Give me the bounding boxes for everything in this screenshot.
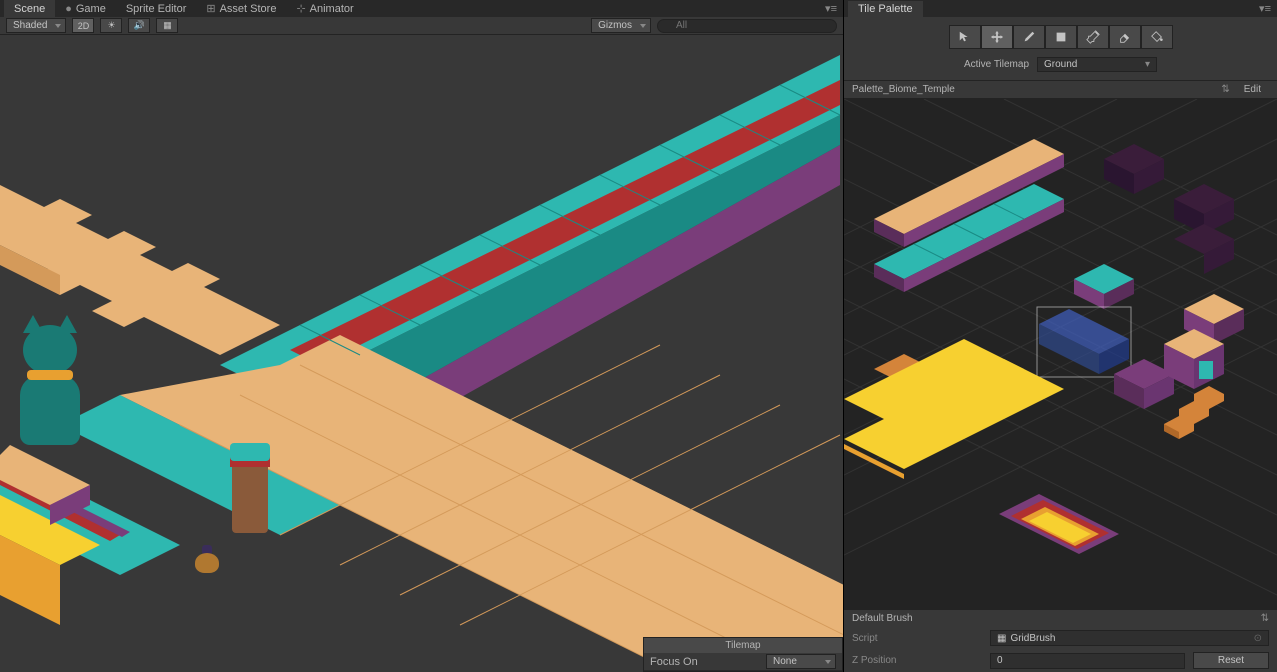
tab-asset-store[interactable]: ⊞Asset Store — [196, 0, 286, 17]
shading-dropdown[interactable]: Shaded — [6, 18, 66, 33]
active-tilemap-label: Active Tilemap — [964, 59, 1029, 70]
zposition-field[interactable]: 0 — [990, 653, 1185, 669]
tile-palette-tools — [844, 17, 1277, 53]
select-tool[interactable] — [949, 25, 981, 49]
scene-view[interactable]: Tilemap Focus On None — [0, 35, 843, 672]
gizmos-dropdown[interactable]: Gizmos — [591, 18, 651, 33]
tab-game[interactable]: ●Game — [55, 0, 116, 17]
tab-animator[interactable]: ⊹Animator — [286, 0, 363, 17]
eraser-tool[interactable] — [1109, 25, 1141, 49]
brush-dropdown[interactable]: Default Brush — [852, 613, 1261, 624]
cat-statue-sprite — [15, 315, 85, 445]
box-tool[interactable] — [1045, 25, 1077, 49]
script-label: Script — [852, 633, 982, 644]
pot-sprite — [195, 545, 219, 573]
tilemap-overlay: Tilemap Focus On None — [643, 637, 843, 672]
effects-button[interactable]: ▦ — [156, 18, 178, 33]
focus-on-dropdown[interactable]: None — [766, 654, 836, 669]
fill-tool[interactable] — [1141, 25, 1173, 49]
edit-button[interactable]: Edit — [1236, 84, 1269, 95]
active-tilemap-dropdown[interactable]: Ground — [1037, 57, 1157, 72]
overlay-title: Tilemap — [644, 638, 842, 653]
tab-sprite-editor[interactable]: Sprite Editor — [116, 0, 197, 17]
zposition-label: Z Position — [852, 655, 982, 666]
focus-on-label: Focus On — [650, 656, 698, 668]
panel-menu-icon[interactable]: ▾≡ — [1259, 2, 1277, 15]
scene-tilemap-render — [0, 35, 843, 672]
audio-button[interactable]: 🔊 — [128, 18, 150, 33]
brush-tool[interactable] — [1013, 25, 1045, 49]
search-input[interactable] — [657, 19, 837, 33]
mode-2d-button[interactable]: 2D — [72, 18, 94, 33]
tile-palette-header: Tile Palette ▾≡ — [844, 0, 1277, 17]
tile-palette-grid[interactable] — [844, 99, 1277, 609]
tab-scene[interactable]: Scene — [4, 0, 55, 17]
tab-tile-palette[interactable]: Tile Palette — [848, 1, 923, 17]
main-tabs: Scene ●Game Sprite Editor ⊞Asset Store ⊹… — [0, 0, 843, 17]
picker-tool[interactable] — [1077, 25, 1109, 49]
pillar-sprite — [230, 443, 270, 543]
lighting-button[interactable]: ☀ — [100, 18, 122, 33]
move-tool[interactable] — [981, 25, 1013, 49]
palette-name-dropdown[interactable]: Palette_Biome_Temple — [852, 84, 1215, 95]
reset-button[interactable]: Reset — [1193, 652, 1269, 669]
script-field[interactable]: ▦GridBrush ⊙ — [990, 630, 1269, 646]
scene-toolbar: Shaded 2D ☀ 🔊 ▦ Gizmos — [0, 17, 843, 35]
panel-menu-icon[interactable]: ▾≡ — [825, 2, 843, 15]
